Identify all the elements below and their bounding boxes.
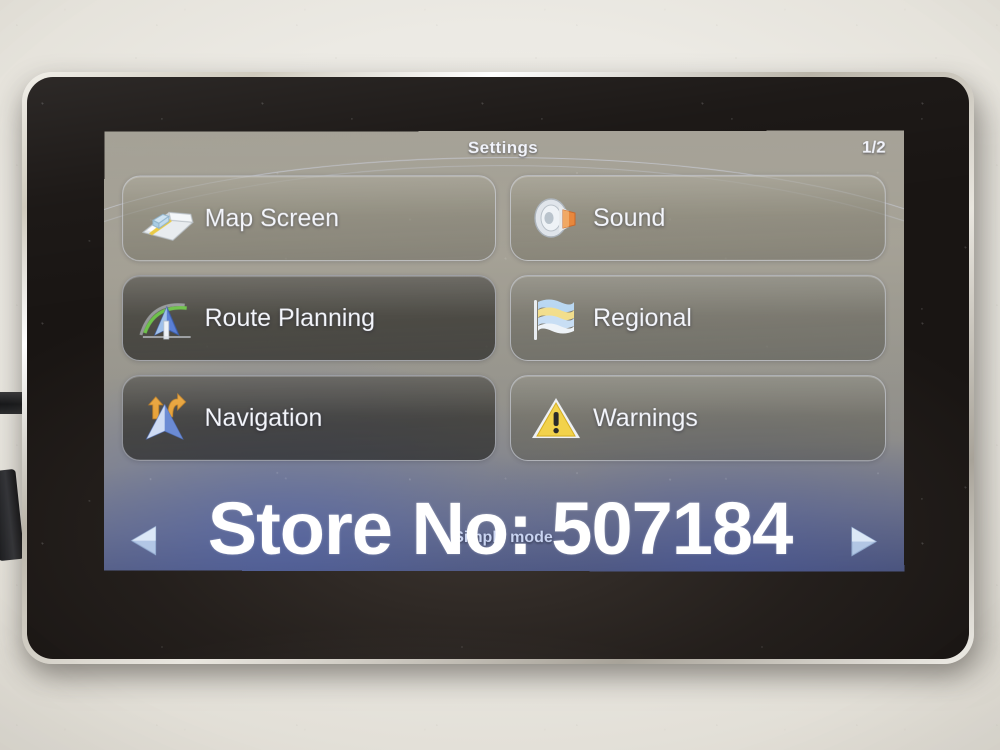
menu-item-label: Route Planning	[204, 303, 376, 332]
navigation-arrow-icon	[137, 389, 199, 447]
lcd-screen: Settings 1/2 Map Screen Sound Route Plan…	[103, 130, 905, 572]
menu-item-label: Warnings	[593, 403, 698, 432]
page-title: Settings	[467, 138, 539, 158]
product-photo: Settings 1/2 Map Screen Sound Route Plan…	[0, 0, 1000, 750]
device-bezel: Settings 1/2 Map Screen Sound Route Plan…	[27, 77, 969, 659]
flag-icon	[525, 289, 587, 347]
map-screen-icon	[137, 189, 199, 247]
route-planning-icon	[137, 289, 199, 347]
simple-mode-label: Simple mode	[453, 529, 553, 547]
speaker-icon	[525, 189, 587, 247]
menu-item-label: Map Screen	[204, 203, 340, 232]
screen-header: Settings	[104, 131, 904, 166]
screen-bottom-bar: Simple mode	[104, 505, 904, 572]
gps-navigator-device: Settings 1/2 Map Screen Sound Route Plan…	[22, 72, 974, 664]
menu-item-label: Regional	[593, 303, 692, 332]
warning-triangle-icon	[525, 389, 587, 447]
menu-item-warnings[interactable]: Warnings	[509, 375, 887, 462]
usb-cable	[0, 468, 25, 562]
page-indicator: 1/2	[861, 137, 886, 157]
menu-item-sound[interactable]: Sound	[510, 174, 886, 262]
menu-item-route-planning[interactable]: Route Planning	[121, 275, 497, 361]
menu-item-label: Navigation	[204, 403, 323, 432]
menu-item-label: Sound	[593, 203, 666, 232]
menu-item-map-screen[interactable]: Map Screen	[122, 175, 497, 262]
menu-item-regional[interactable]: Regional	[509, 274, 886, 362]
menu-item-navigation[interactable]: Navigation	[121, 374, 496, 462]
arrow-left-icon[interactable]	[126, 523, 170, 559]
arrow-right-icon[interactable]	[838, 523, 882, 559]
settings-menu-grid: Map Screen Sound Route Planning Regional…	[121, 174, 887, 462]
